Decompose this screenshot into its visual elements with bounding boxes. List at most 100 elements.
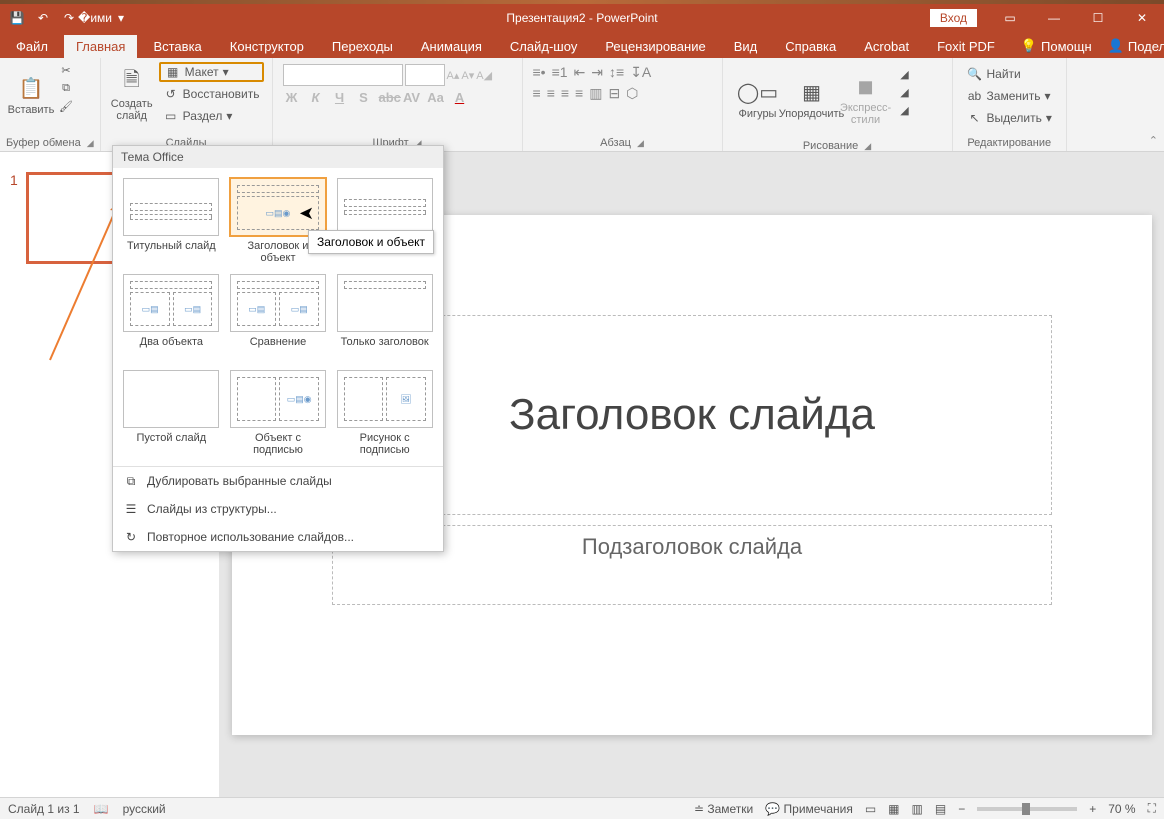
ribbon: 📋 Вставить ✂ ⧉ 🖌 Буфер обмена ◢ 🗎 Создат… [0, 58, 1164, 152]
underline-icon[interactable]: Ч [331, 90, 349, 105]
format-painter-icon[interactable]: 🖌 [58, 98, 74, 114]
group-editing-label: Редактирование [967, 137, 1051, 149]
replace-button[interactable]: abЗаменить ▾ [963, 86, 1055, 106]
italic-icon[interactable]: К [307, 90, 325, 105]
tab-acrobat[interactable]: Acrobat [852, 35, 921, 58]
layout-two-content[interactable]: ▭▤▭▤ Два объекта [121, 272, 222, 362]
shape-effects-icon[interactable]: ◢ [897, 102, 913, 118]
language-status[interactable]: русский [123, 802, 166, 816]
shapes-button[interactable]: ◯▭ Фигуры [733, 64, 783, 134]
layout-picture-caption[interactable]: 🖼 Рисунок с подписью [334, 368, 435, 458]
comments-button[interactable]: 💬 Примечания [765, 802, 853, 816]
copy-icon[interactable]: ⧉ [58, 80, 74, 96]
group-slides: 🗎 Создать слайд ▦ Макет ▾ ↺ Восстановить… [101, 58, 273, 151]
notes-button[interactable]: ≐ Заметки [694, 802, 753, 816]
increase-font-icon[interactable]: A▴ [447, 69, 460, 82]
layout-comparison[interactable]: ▭▤▭▤ Сравнение [228, 272, 329, 362]
tab-view[interactable]: Вид [722, 35, 770, 58]
zoom-level[interactable]: 70 % [1108, 802, 1135, 816]
ribbon-display-icon[interactable]: ▭ [988, 4, 1032, 32]
layout-content-caption[interactable]: ▭▤◉ Объект с подписью [228, 368, 329, 458]
signin-button[interactable]: Вход [929, 8, 978, 28]
clear-format-icon[interactable]: A◢ [476, 69, 492, 82]
layout-button[interactable]: ▦ Макет ▾ [159, 62, 264, 82]
columns-icon[interactable]: ▥ [589, 85, 602, 102]
tab-review[interactable]: Рецензирование [593, 35, 717, 58]
font-name-input[interactable] [283, 64, 403, 86]
arrange-button[interactable]: ▦ Упорядочить [787, 64, 837, 134]
maximize-icon[interactable]: ☐ [1076, 4, 1120, 32]
shadow-icon[interactable]: S [355, 90, 373, 105]
spellcheck-icon[interactable]: 📖 [94, 802, 109, 816]
reuse-slides-item[interactable]: ↻ Повторное использование слайдов... [113, 523, 443, 551]
decrease-font-icon[interactable]: A▾ [461, 69, 474, 82]
tab-animations[interactable]: Анимация [409, 35, 494, 58]
clipboard-launcher-icon[interactable]: ◢ [87, 138, 94, 149]
sorter-view-icon[interactable]: ▦ [888, 802, 899, 816]
qat-undo-icon[interactable]: ↶ [34, 9, 52, 27]
justify-icon[interactable]: ≡ [575, 85, 583, 102]
case-icon[interactable]: Aa [427, 90, 445, 105]
tab-slideshow[interactable]: Слайд-шоу [498, 35, 589, 58]
slideshow-view-icon[interactable]: ▤ [935, 802, 946, 816]
section-button[interactable]: ▭ Раздел ▾ [159, 106, 264, 126]
zoom-out-icon[interactable]: − [958, 802, 965, 816]
align-right-icon[interactable]: ≡ [561, 85, 569, 102]
zoom-in-icon[interactable]: + [1089, 802, 1096, 816]
qat-dropdown-icon[interactable]: ▾ [112, 9, 130, 27]
indent-inc-icon[interactable]: ⇥ [591, 64, 603, 81]
minimize-icon[interactable]: — [1032, 4, 1076, 32]
bullets-icon[interactable]: ≡• [533, 64, 546, 81]
qat-start-icon[interactable]: �ими [86, 9, 104, 27]
layout-title-slide[interactable]: Титульный слайд [121, 176, 222, 266]
reset-button[interactable]: ↺ Восстановить [159, 84, 264, 104]
tab-home[interactable]: Главная [64, 35, 137, 58]
shape-fill-icon[interactable]: ◢ [897, 66, 913, 82]
align-text-icon[interactable]: ⊟ [608, 85, 620, 102]
slides-from-outline-item[interactable]: ☰ Слайды из структуры... [113, 495, 443, 523]
strike-icon[interactable]: abc [379, 90, 397, 105]
cut-icon[interactable]: ✂ [58, 62, 74, 78]
quick-styles-button[interactable]: ◼ Экспресс- стили [841, 64, 891, 134]
new-slide-button[interactable]: 🗎 Создать слайд [107, 60, 157, 130]
qat-save-icon[interactable]: 💾 [8, 9, 26, 27]
tab-insert[interactable]: Вставка [141, 35, 213, 58]
tab-help[interactable]: Справка [773, 35, 848, 58]
zoom-slider[interactable] [977, 807, 1077, 811]
font-size-input[interactable] [405, 64, 445, 86]
font-color-icon[interactable]: A [451, 90, 469, 105]
text-direction-icon[interactable]: ↧A [630, 64, 651, 81]
line-spacing-icon[interactable]: ↕≡ [609, 64, 624, 81]
group-paragraph-label: Абзац [600, 137, 631, 149]
collapse-ribbon-icon[interactable]: ⌃ [1149, 134, 1158, 147]
indent-dec-icon[interactable]: ⇤ [574, 64, 586, 81]
tell-me-button[interactable]: 💡 Помощн [1015, 34, 1098, 58]
layout-blank[interactable]: Пустой слайд [121, 368, 222, 458]
drawing-launcher-icon[interactable]: ◢ [864, 141, 871, 152]
fit-to-window-icon[interactable]: ⛶ [1148, 801, 1156, 816]
duplicate-slides-item[interactable]: ⧉ Дублировать выбранные слайды [113, 467, 443, 495]
tab-transitions[interactable]: Переходы [320, 35, 405, 58]
align-center-icon[interactable]: ≡ [547, 85, 555, 102]
qat-redo-icon[interactable]: ↷ [60, 9, 78, 27]
bold-icon[interactable]: Ж [283, 90, 301, 105]
paste-button[interactable]: 📋 Вставить [6, 60, 56, 130]
select-button[interactable]: ↖Выделить ▾ [963, 108, 1056, 128]
normal-view-icon[interactable]: ▭ [865, 802, 876, 816]
shape-outline-icon[interactable]: ◢ [897, 84, 913, 100]
spacing-icon[interactable]: AV [403, 90, 421, 105]
tab-design[interactable]: Конструктор [218, 35, 316, 58]
layout-title-only[interactable]: Только заголовок [334, 272, 435, 362]
tab-foxit[interactable]: Foxit PDF [925, 35, 1007, 58]
numbering-icon[interactable]: ≡1 [552, 64, 568, 81]
group-font: A▴ A▾ A◢ Ж К Ч S abc AV Aa A Шрифт ◢ [273, 58, 523, 151]
find-button[interactable]: 🔍Найти [963, 64, 1025, 84]
para-launcher-icon[interactable]: ◢ [637, 138, 644, 149]
tab-file[interactable]: Файл [4, 35, 60, 58]
align-left-icon[interactable]: ≡ [533, 85, 541, 102]
reading-view-icon[interactable]: ▥ [912, 802, 923, 816]
group-clipboard-label: Буфер обмена [6, 137, 81, 149]
close-icon[interactable]: ✕ [1120, 4, 1164, 32]
share-button[interactable]: 👤 Поделиться [1102, 34, 1164, 58]
smartart-icon[interactable]: ⬡ [626, 85, 638, 102]
